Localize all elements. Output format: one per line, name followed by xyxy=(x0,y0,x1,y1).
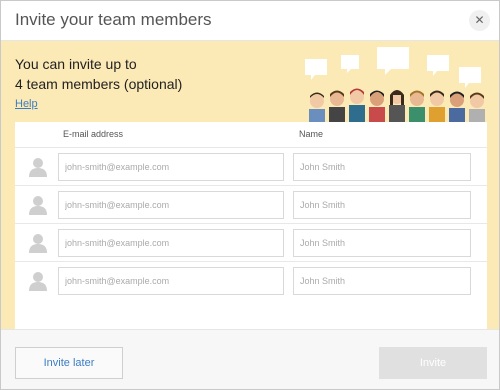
close-icon[interactable]: ✕ xyxy=(469,10,490,31)
name-field[interactable] xyxy=(293,229,471,257)
invite-button[interactable]: Invite xyxy=(379,347,487,379)
email-field[interactable] xyxy=(58,153,284,181)
email-field[interactable] xyxy=(58,267,284,295)
name-field[interactable] xyxy=(293,153,471,181)
name-field[interactable] xyxy=(293,267,471,295)
person-icon xyxy=(29,196,47,215)
dialog-title: Invite your team members xyxy=(15,10,212,29)
help-link[interactable]: Help xyxy=(15,98,38,110)
intro-line-2: 4 team members (optional) xyxy=(15,76,183,92)
team-illustration xyxy=(305,47,485,127)
person-icon xyxy=(29,158,47,177)
intro-line-1: You can invite up to xyxy=(15,56,137,72)
table-row xyxy=(15,147,487,185)
invite-limit-text: You can invite up to 4 team members (opt… xyxy=(15,54,182,94)
table-row xyxy=(15,185,487,223)
table-row xyxy=(15,223,487,261)
email-field[interactable] xyxy=(58,229,284,257)
dialog-header: Invite your team members ✕ xyxy=(1,1,499,41)
invite-later-button[interactable]: Invite later xyxy=(15,347,123,379)
name-field[interactable] xyxy=(293,191,471,219)
invite-table: E-mail address Name xyxy=(15,122,487,337)
table-row xyxy=(15,261,487,299)
invite-dialog: Invite your team members ✕ You can invit… xyxy=(0,0,500,390)
dialog-footer: Invite later Invite xyxy=(1,329,499,389)
dialog-body: You can invite up to 4 team members (opt… xyxy=(1,41,499,337)
email-field[interactable] xyxy=(58,191,284,219)
person-icon xyxy=(29,234,47,253)
column-header-email: E-mail address xyxy=(63,129,124,139)
column-header-name: Name xyxy=(299,129,324,139)
person-icon xyxy=(29,272,47,291)
